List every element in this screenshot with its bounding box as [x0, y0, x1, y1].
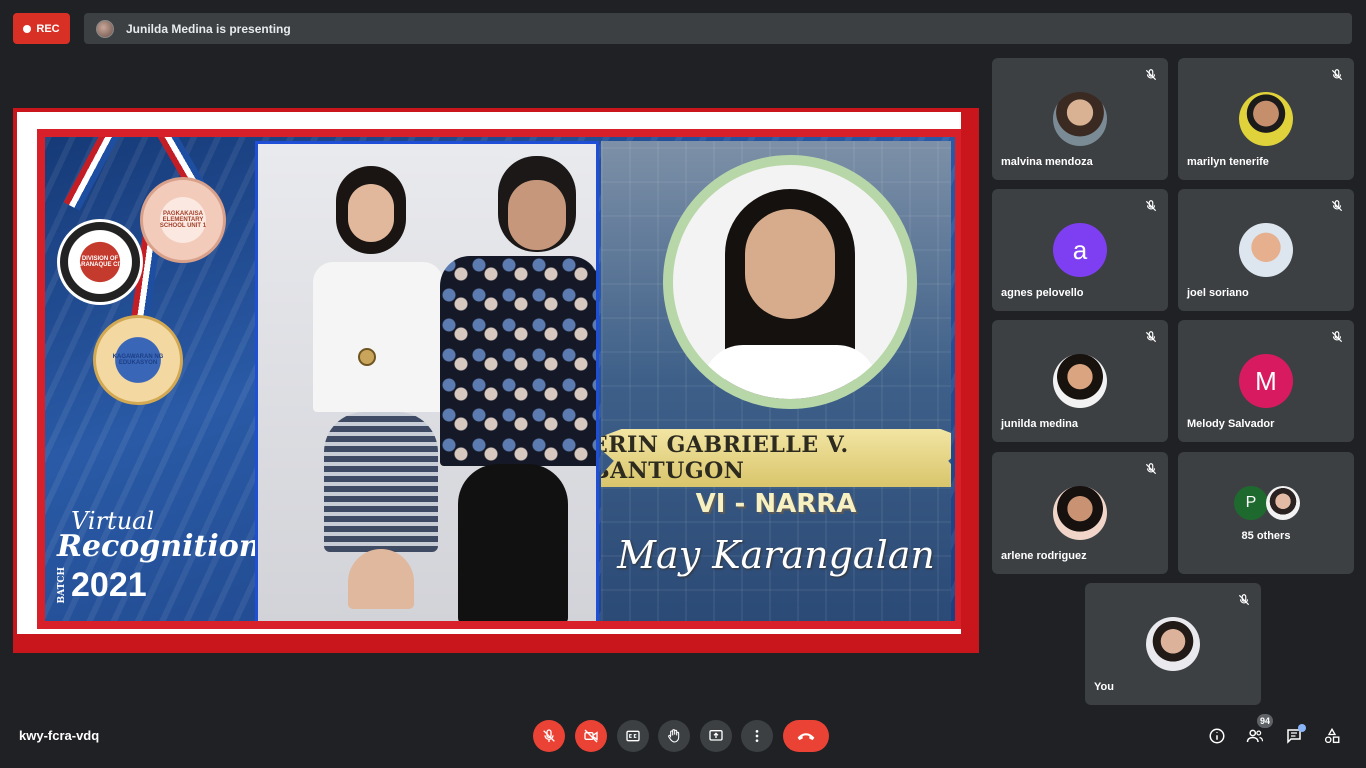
- participant-name: joel soriano: [1187, 287, 1249, 299]
- slide-border: DIVISION OF PARANAQUE CITY PAGKAKAISA EL…: [37, 129, 961, 629]
- participant-tile-joel-soriano[interactable]: joel soriano: [1178, 189, 1354, 311]
- mic-toggle-button[interactable]: [533, 720, 565, 752]
- recognition-title: Virtual Recognition BATCH 2021: [57, 507, 261, 605]
- raise-hand-button[interactable]: [658, 720, 690, 752]
- others-count: 85 others: [1241, 530, 1291, 542]
- participant-name: junilda medina: [1001, 418, 1079, 430]
- activities-icon: [1323, 727, 1341, 745]
- people-icon: [1245, 727, 1265, 745]
- student-info-panel: ERIN GABRIELLE V. BANTUGON VI - NARRA Ma…: [601, 141, 951, 621]
- present-icon: [708, 728, 724, 744]
- info-icon: [1208, 727, 1226, 745]
- participant-tile-marilyn-tenerife[interactable]: marilyn tenerife: [1178, 58, 1354, 180]
- avatar: [1266, 486, 1300, 520]
- award-title: May Karangalan: [617, 533, 935, 577]
- raise-hand-icon: [666, 728, 682, 744]
- participant-name: You: [1094, 681, 1114, 693]
- presenter-avatar: [96, 19, 114, 38]
- slide-frame: DIVISION OF PARANAQUE CITY PAGKAKAISA EL…: [17, 112, 961, 634]
- participant-tile-agnes-pelovello[interactable]: a agnes pelovello: [992, 189, 1168, 311]
- medal-icon: [358, 348, 376, 366]
- student-family-photo: [255, 141, 599, 621]
- chat-notification-dot: [1298, 724, 1306, 732]
- participant-name: marilyn tenerife: [1187, 156, 1269, 168]
- presenter-bar: Junilda Medina is presenting: [84, 13, 1352, 44]
- others-avatars: P: [1234, 486, 1300, 520]
- avatar: [1053, 92, 1107, 146]
- participant-tile-others[interactable]: P 85 others: [1178, 452, 1354, 574]
- mic-off-icon: [1330, 330, 1344, 344]
- mic-off-icon: [1237, 593, 1251, 607]
- participant-name: arlene rodriguez: [1001, 550, 1087, 562]
- captions-icon: [625, 728, 641, 744]
- captions-button[interactable]: [617, 720, 649, 752]
- student-section: VI - NARRA: [695, 489, 857, 519]
- participant-name: agnes pelovello: [1001, 287, 1084, 299]
- slide-background: DIVISION OF PARANAQUE CITY PAGKAKAISA EL…: [45, 137, 955, 621]
- avatar: [1239, 92, 1293, 146]
- avatar-initial: M: [1239, 354, 1293, 408]
- deped-seal: KAGAWARAN NG EDUKASYON: [93, 315, 183, 405]
- avatar: [1053, 354, 1107, 408]
- school-seal: PAGKAKAISA ELEMENTARY SCHOOL UNIT 1: [140, 177, 226, 263]
- mic-off-icon: [1144, 199, 1158, 213]
- mic-off-icon: [541, 728, 557, 744]
- meeting-details-button[interactable]: [1205, 724, 1229, 748]
- mic-off-icon: [1144, 462, 1158, 476]
- batch-year: 2021: [71, 566, 147, 604]
- mic-off-icon: [1330, 199, 1344, 213]
- presentation-screen: DIVISION OF PARANAQUE CITY PAGKAKAISA EL…: [13, 108, 979, 653]
- meeting-code: kwy-fcra-vdq: [19, 728, 100, 743]
- presenter-text: Junilda Medina is presenting: [126, 21, 291, 36]
- avatar: [1239, 223, 1293, 277]
- leave-call-button[interactable]: [783, 720, 829, 752]
- camera-toggle-button[interactable]: [575, 720, 607, 752]
- recording-indicator: REC: [13, 13, 70, 44]
- mic-off-icon: [1144, 68, 1158, 82]
- participant-name: Melody Salvador: [1187, 418, 1275, 430]
- student-name: ERIN GABRIELLE V. BANTUGON: [601, 432, 849, 484]
- mic-off-icon: [1330, 68, 1344, 82]
- present-now-button[interactable]: [700, 720, 732, 752]
- recording-dot-icon: [23, 24, 32, 33]
- name-banner: ERIN GABRIELLE V. BANTUGON: [601, 429, 951, 487]
- participant-tile-malvina-mendoza[interactable]: malvina mendoza: [992, 58, 1168, 180]
- avatar: [1146, 617, 1200, 671]
- student-portrait: [663, 155, 917, 409]
- participant-tile-melody-salvador[interactable]: M Melody Salvador: [1178, 320, 1354, 442]
- avatar-initial: P: [1234, 486, 1268, 520]
- participant-name: malvina mendoza: [1001, 156, 1093, 168]
- avatar-initial: a: [1053, 223, 1107, 277]
- camera-off-icon: [583, 728, 599, 744]
- more-options-icon: [749, 728, 765, 744]
- participant-tile-you[interactable]: You: [1085, 583, 1261, 705]
- participant-tile-arlene-rodriguez[interactable]: arlene rodriguez: [992, 452, 1168, 574]
- recording-label: REC: [36, 22, 60, 35]
- hang-up-icon: [796, 730, 816, 742]
- division-seal: DIVISION OF PARANAQUE CITY: [57, 219, 143, 305]
- title-recognition: Recognition: [57, 529, 261, 564]
- more-options-button[interactable]: [741, 720, 773, 752]
- batch-label: BATCH: [57, 567, 67, 604]
- avatar: [1053, 486, 1107, 540]
- mic-off-icon: [1144, 330, 1158, 344]
- participant-tile-junilda-medina[interactable]: junilda medina: [992, 320, 1168, 442]
- activities-button[interactable]: [1320, 724, 1344, 748]
- people-count-badge: 94: [1257, 714, 1274, 728]
